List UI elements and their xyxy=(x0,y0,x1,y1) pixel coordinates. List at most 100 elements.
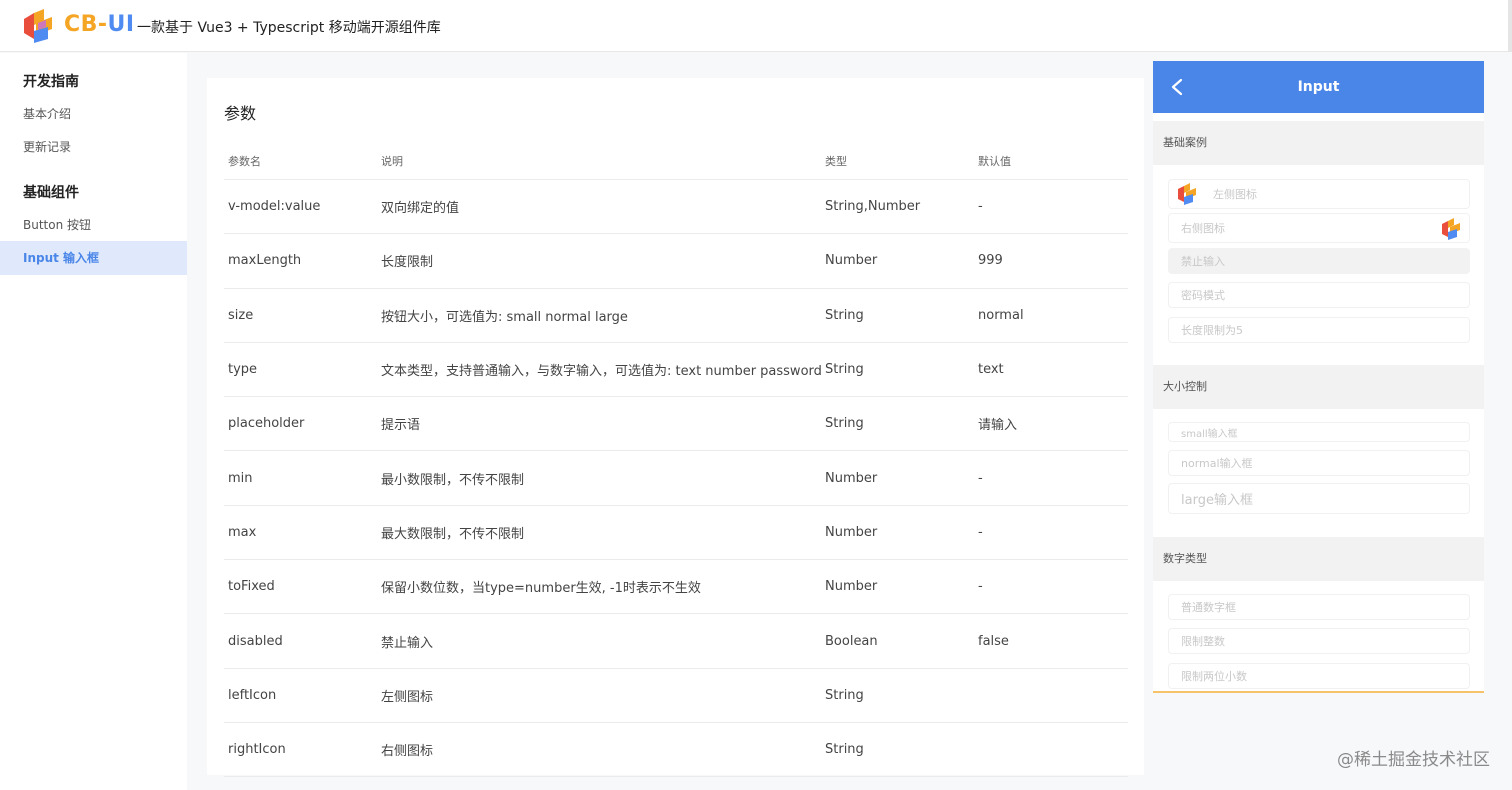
cell-name: disabled xyxy=(228,633,283,649)
table-row: v-model:value 双向绑定的值 String,Number - xyxy=(224,180,1128,235)
col-header-type: 类型 xyxy=(825,154,847,168)
cell-default: text xyxy=(978,362,1004,378)
number-input-plain[interactable]: 普通数字框 xyxy=(1168,594,1470,620)
normal-input[interactable]: normal输入框 xyxy=(1168,450,1470,476)
section-basic: 基础案例 xyxy=(1153,121,1484,165)
cell-name: max xyxy=(228,524,257,540)
password-placeholder: 密码模式 xyxy=(1181,289,1225,302)
cell-type: Number xyxy=(825,524,878,540)
table-row: placeholder 提示语 String 请输入 xyxy=(224,397,1128,452)
cell-desc: 保留小数位数，当type=number生效, -1时表示不生效 xyxy=(381,581,701,597)
sidebar-item-intro[interactable]: 基本介绍 xyxy=(0,97,187,131)
cb-ui-logo-icon[interactable] xyxy=(22,9,54,43)
cell-desc: 最小数限制，不传不限制 xyxy=(381,472,525,488)
cell-default: 999 xyxy=(978,253,1003,269)
cell-default: - xyxy=(978,524,983,540)
number-input-integer[interactable]: 限制整数 xyxy=(1168,628,1470,654)
col-header-default: 默认值 xyxy=(978,154,1011,168)
password-input[interactable]: 密码模式 xyxy=(1168,282,1470,308)
brand-name[interactable]: CB-UI xyxy=(64,12,135,37)
cell-desc: 文本类型，支持普通输入，与数字输入，可选值为: text number pass… xyxy=(381,364,822,380)
cell-desc: 按钮大小，可选值为: small normal large xyxy=(381,309,628,325)
section-size: 大小控制 xyxy=(1153,365,1484,409)
number-plain-placeholder: 普通数字框 xyxy=(1181,601,1236,614)
cell-desc: 长度限制 xyxy=(381,255,434,271)
cell-default: - xyxy=(978,579,983,595)
large-input[interactable]: large输入框 xyxy=(1168,483,1470,514)
disabled-placeholder: 禁止输入 xyxy=(1181,255,1225,268)
phone-title: Input xyxy=(1297,79,1340,95)
watermark: @稀土掘金技术社区 xyxy=(1337,750,1490,770)
table-row: maxLength 长度限制 Number 999 xyxy=(224,234,1128,289)
left-icon-placeholder: 左侧图标 xyxy=(1213,188,1257,201)
table-row: min 最小数限制，不传不限制 Number - xyxy=(224,451,1128,506)
number-integer-placeholder: 限制整数 xyxy=(1181,635,1225,648)
cell-name: size xyxy=(228,307,254,323)
cell-default: - xyxy=(978,199,983,215)
header-subtitle: 一款基于 Vue3 + Typescript 移动端开源组件库 xyxy=(137,20,441,36)
cell-type: Number xyxy=(825,470,878,486)
cell-name: leftIcon xyxy=(228,687,277,703)
cell-type: String xyxy=(825,416,864,432)
phone-preview: Input 基础案例 左侧图标 右侧图标 禁止输入 密码模式 长度限制为5 大小… xyxy=(1153,61,1484,693)
table-row: toFixed 保留小数位数，当type=number生效, -1时表示不生效 Nu… xyxy=(224,560,1128,615)
nav-group-guide: 开发指南 xyxy=(23,74,79,90)
cell-desc: 双向绑定的值 xyxy=(381,201,460,217)
cell-type: String xyxy=(825,687,864,703)
nav-group-components: 基础组件 xyxy=(23,185,79,201)
brand-part-2: UI xyxy=(107,12,135,37)
number-decimal-placeholder: 限制两位小数 xyxy=(1181,670,1247,683)
cell-type: Boolean xyxy=(825,633,878,649)
cell-desc: 左侧图标 xyxy=(381,689,434,705)
right-logo-icon xyxy=(1442,218,1460,240)
table-row: rightIcon 右侧图标 String xyxy=(224,723,1128,778)
cell-default: normal xyxy=(978,307,1024,323)
number-input-decimal[interactable]: 限制两位小数 xyxy=(1168,663,1470,689)
cell-name: maxLength xyxy=(228,253,302,269)
cell-name: placeholder xyxy=(228,416,305,432)
top-header: CB-UI 一款基于 Vue3 + Typescript 移动端开源组件库 xyxy=(0,0,1512,52)
right-icon-input[interactable]: 右侧图标 xyxy=(1168,213,1470,243)
main-card: 参数 参数名 说明 类型 默认值 v-model:value 双向绑定的值 Stri… xyxy=(207,78,1144,778)
cell-name: type xyxy=(228,362,258,378)
maxlength-placeholder: 长度限制为5 xyxy=(1181,324,1243,337)
cell-name: min xyxy=(228,470,253,486)
table-row: leftIcon 左侧图标 String xyxy=(224,669,1128,723)
col-header-name: 参数名 xyxy=(228,154,261,168)
phone-navbar: Input xyxy=(1153,61,1484,113)
table-row: max 最大数限制，不传不限制 Number - xyxy=(224,506,1128,561)
cell-desc: 禁止输入 xyxy=(381,635,434,651)
section-number: 数字类型 xyxy=(1153,537,1484,581)
cell-name: rightIcon xyxy=(228,742,286,758)
cell-desc: 最大数限制，不传不限制 xyxy=(381,526,525,542)
cell-name: toFixed xyxy=(228,579,275,595)
cell-name: v-model:value xyxy=(228,199,321,215)
table-row: size 按钮大小，可选值为: small normal large String n… xyxy=(224,289,1128,343)
sidebar-item-changelog[interactable]: 更新记录 xyxy=(0,130,187,164)
col-header-desc: 说明 xyxy=(381,154,403,168)
scrollbar-edge xyxy=(1508,0,1512,52)
props-table: 参数名 说明 类型 默认值 v-model:value 双向绑定的值 String,… xyxy=(224,142,1128,778)
left-logo-icon xyxy=(1178,183,1196,205)
cell-type: String xyxy=(825,307,864,323)
table-row: type 文本类型，支持普通输入，与数字输入，可选值为: text number … xyxy=(224,343,1128,398)
cell-default: false xyxy=(978,633,1009,649)
maxlength-input[interactable]: 长度限制为5 xyxy=(1168,317,1470,343)
small-input[interactable]: small输入框 xyxy=(1168,422,1470,442)
cell-type: String xyxy=(825,362,864,378)
left-icon-input[interactable]: 左侧图标 xyxy=(1168,179,1470,209)
cell-desc: 提示语 xyxy=(381,418,421,434)
cell-desc: 右侧图标 xyxy=(381,744,434,760)
cell-type: Number xyxy=(825,579,878,595)
table-row: disabled 禁止输入 Boolean false xyxy=(224,614,1128,669)
cell-type: String xyxy=(825,742,864,758)
sidebar-item-input[interactable]: Input 输入框 xyxy=(0,241,187,275)
sidebar-item-button[interactable]: Button 按钮 xyxy=(0,208,187,242)
sidebar: 开发指南 基本介绍 更新记录 基础组件 Button 按钮 Input 输入框 xyxy=(0,53,187,790)
cell-default: - xyxy=(978,470,983,486)
small-placeholder: small输入框 xyxy=(1181,428,1238,440)
table-header: 参数名 说明 类型 默认值 xyxy=(224,142,1128,180)
page-title: 参数 xyxy=(224,104,257,123)
normal-placeholder: normal输入框 xyxy=(1181,457,1253,470)
large-placeholder: large输入框 xyxy=(1181,493,1253,508)
